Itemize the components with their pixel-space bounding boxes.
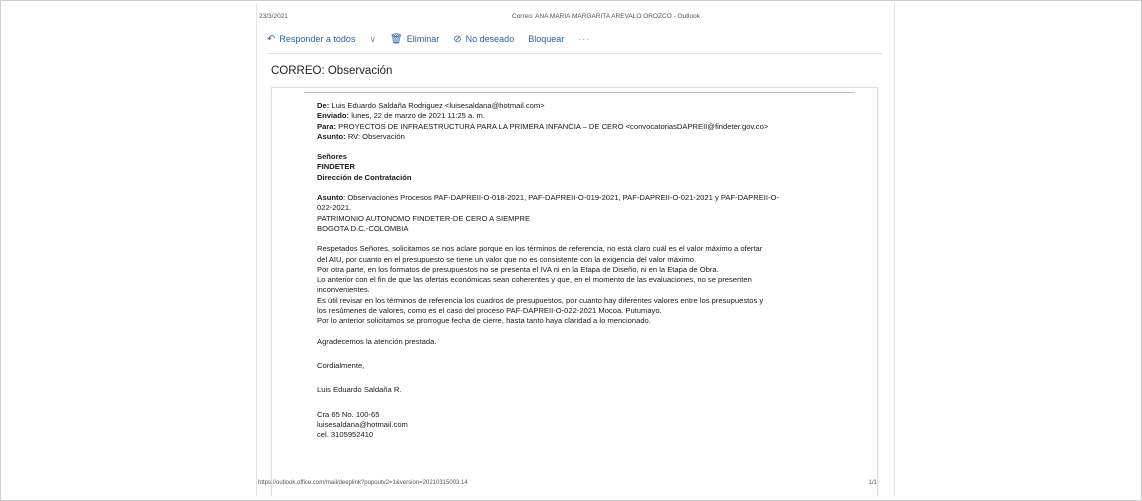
from-label: De: xyxy=(317,101,330,110)
junk-button[interactable]: ⊘ No deseado xyxy=(453,34,514,45)
to-label: Para: xyxy=(317,121,336,131)
re-line: Asunto: RV: Observación xyxy=(317,132,857,142)
footer-url: https://outlook.office.com/mail/deeplink… xyxy=(258,480,468,486)
body-line: Respetados Señores, solicitamos se nos a… xyxy=(317,244,763,254)
junk-label: No deseado xyxy=(465,34,515,44)
addressee-line: Señores xyxy=(317,152,347,162)
addressee-line: Dirección de Contratación xyxy=(317,172,412,182)
toolbar-divider xyxy=(267,53,882,54)
body-line: Lo anterior con el fin de que las oferta… xyxy=(317,275,752,285)
body-line: Por lo anterior solicitamos se prorrogue… xyxy=(317,316,651,326)
sent-label: Enviado: xyxy=(317,111,350,121)
from-value: Luis Eduardo Saldaña Rodriguez <luisesal… xyxy=(331,101,545,110)
phone-line: cel. 3105952410 xyxy=(317,430,374,440)
body-line: del AIU, por cuanto en el presupuesto se… xyxy=(317,254,697,264)
message-subject: CORREO: Observación xyxy=(271,65,393,77)
address-line: Cra 65 No. 100-65 xyxy=(317,409,380,419)
print-title: Correo: ANA MARIA MARGARITA AREVALO OROZ… xyxy=(512,13,700,20)
reply-all-label: Responder a todos xyxy=(279,34,356,44)
chevron-down-icon[interactable]: ∨ xyxy=(369,34,376,45)
delete-button[interactable]: 🗑 Eliminar xyxy=(390,34,439,45)
to-value: PROYECTOS DE INFRAESTRUCTURA PARA LA PRI… xyxy=(338,121,769,131)
asunto-line-2: 022-2021. xyxy=(317,203,352,213)
to-line: Para: PROYECTOS DE INFRAESTRUCTURA PARA … xyxy=(317,122,857,132)
asunto-line: Asunto: Observaciones Procesos PAF-DAPRE… xyxy=(317,193,779,203)
asunto-label: Asunto xyxy=(317,193,344,203)
thanks-line: Agradecemos la atención prestada. xyxy=(317,336,437,346)
more-options-icon[interactable]: ··· xyxy=(578,34,590,44)
signature-line: Luis Eduardo Saldaña R. xyxy=(317,385,402,395)
body-line: los resúmenes de valores, como es el cas… xyxy=(317,306,662,316)
re-label: Asunto: xyxy=(317,131,346,141)
patrimonio-line: PATRIMONIO AUTONOMO FINDETER-DE CERO A S… xyxy=(317,213,531,223)
delete-label: Eliminar xyxy=(406,34,440,44)
body-line: Por otra parte, en los formatos de presu… xyxy=(317,264,719,274)
re-value: RV: Observación xyxy=(347,131,405,141)
email-address-line[interactable]: luisesaldana@hotmail.com xyxy=(317,420,857,430)
print-date: 23/3/2021 xyxy=(259,13,288,20)
sent-value: lunes, 22 de marzo de 2021 11:25 a. m. xyxy=(351,111,485,121)
body-line: Es útil revisar en los términos de refer… xyxy=(317,295,764,305)
print-header: 23/3/2021 Correo: ANA MARIA MARGARITA AR… xyxy=(257,11,894,23)
closing-line: Cordialmente, xyxy=(317,360,365,370)
message-body: De: Luis Eduardo Saldaña Rodriguez <luis… xyxy=(317,101,857,440)
trash-icon: 🗑 xyxy=(390,33,403,45)
block-button[interactable]: Bloquear xyxy=(528,34,564,44)
body-line: inconvenientes. xyxy=(317,285,370,295)
addressee-line: FINDETER xyxy=(317,162,355,172)
from-line: De: Luis Eduardo Saldaña Rodriguez <luis… xyxy=(317,101,857,111)
sent-line: Enviado: lunes, 22 de marzo de 2021 11:2… xyxy=(317,111,857,121)
city-line: BOGOTA D.C.-COLOMBIA xyxy=(317,223,409,233)
message-toolbar: ↶ Responder a todos ∨ 🗑 Eliminar ⊘ No de… xyxy=(267,30,590,48)
reply-all-icon: ↶ xyxy=(267,33,276,45)
reply-all-button[interactable]: ↶ Responder a todos xyxy=(267,34,355,45)
message-card: De: Luis Eduardo Saldaña Rodriguez <luis… xyxy=(271,87,878,496)
footer-page-number: 1/1 xyxy=(868,480,877,486)
block-label: Bloquear xyxy=(528,34,565,44)
block-icon: ⊘ xyxy=(453,33,462,45)
print-page: 23/3/2021 Correo: ANA MARIA MARGARITA AR… xyxy=(256,3,895,496)
header-rule xyxy=(304,92,855,93)
